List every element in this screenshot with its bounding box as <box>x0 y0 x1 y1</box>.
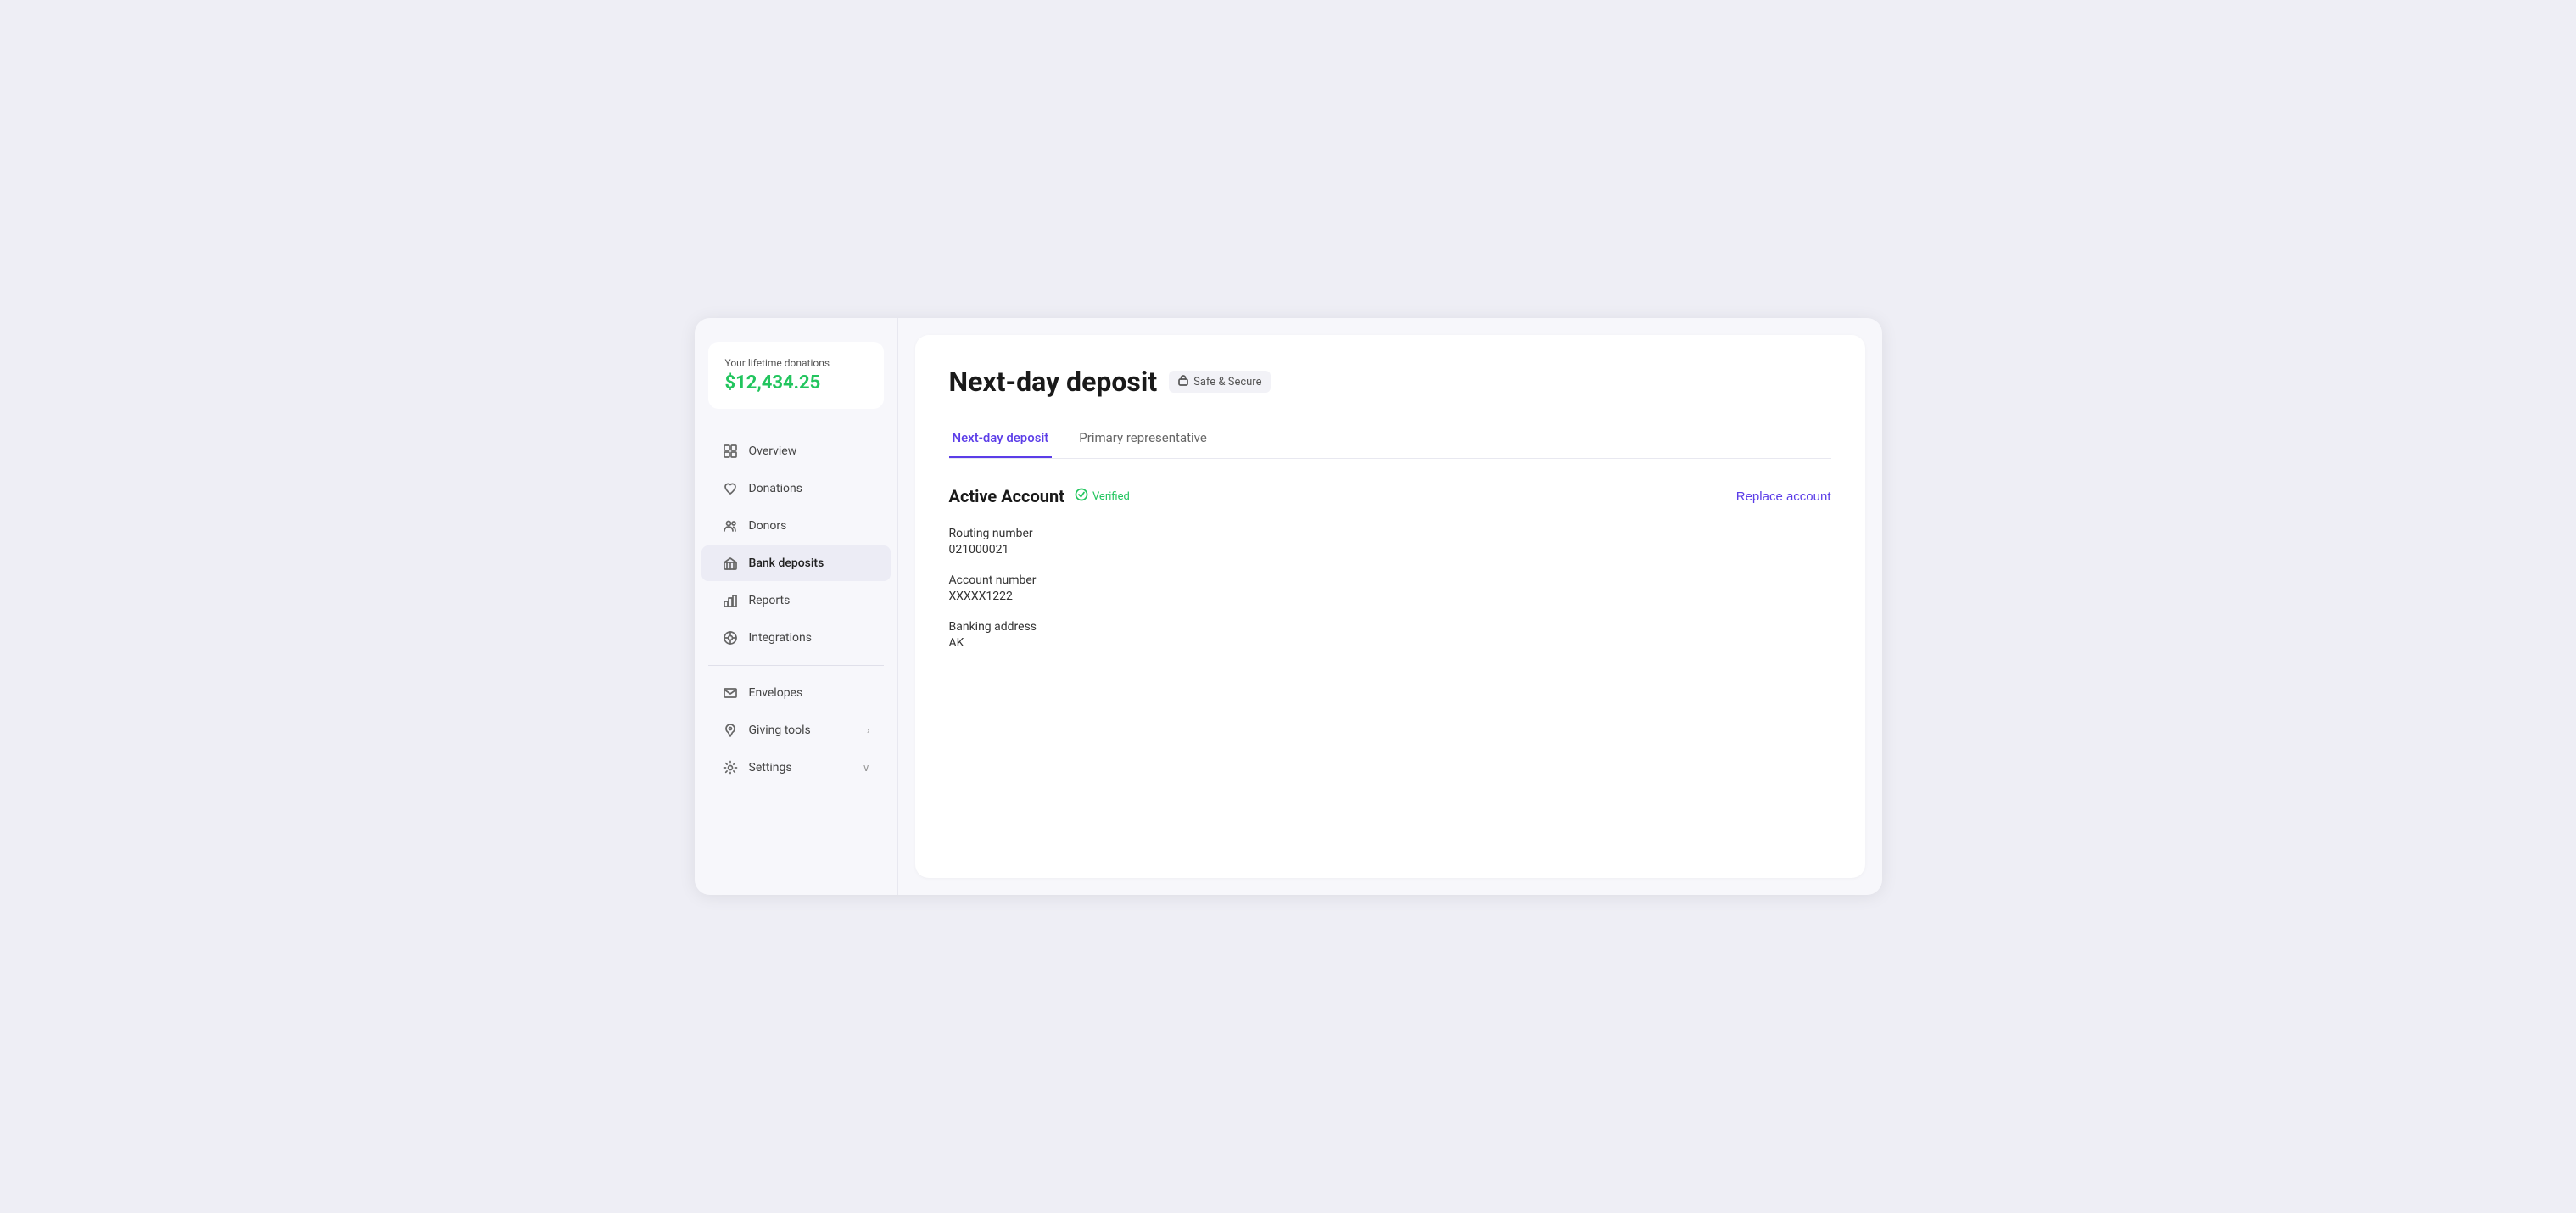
content-card: Next-day deposit Safe & Secure Next-day … <box>915 335 1865 878</box>
giving-tools-chevron: › <box>867 724 870 736</box>
verified-badge: Verified <box>1075 488 1130 505</box>
lifetime-donations-card: Your lifetime donations $12,434.25 <box>708 342 884 409</box>
tabs-container: Next-day deposit Primary representative <box>949 422 1831 459</box>
settings-icon <box>722 759 739 776</box>
sidebar-overview-label: Overview <box>749 444 797 458</box>
sidebar-item-envelopes[interactable]: Envelopes <box>701 675 891 711</box>
tab-next-day-deposit[interactable]: Next-day deposit <box>949 422 1053 458</box>
giving-tools-icon <box>722 722 739 739</box>
account-details: Routing number 021000021 Account number … <box>949 527 1831 650</box>
banking-address-item: Banking address AK <box>949 620 1831 650</box>
users-icon <box>722 517 739 534</box>
sidebar-item-giving-tools[interactable]: Giving tools › <box>701 713 891 748</box>
routing-number-value: 021000021 <box>949 543 1831 556</box>
banking-address-label: Banking address <box>949 620 1831 634</box>
sidebar-bank-deposits-label: Bank deposits <box>749 556 824 570</box>
sidebar-envelopes-label: Envelopes <box>749 686 803 700</box>
app-container: Your lifetime donations $12,434.25 Overv… <box>695 318 1882 895</box>
sidebar-item-reports[interactable]: Reports <box>701 583 891 618</box>
sidebar-item-overview[interactable]: Overview <box>701 433 891 469</box>
account-number-label: Account number <box>949 573 1831 587</box>
secure-label: Safe & Secure <box>1193 376 1261 388</box>
verified-check-icon <box>1075 488 1088 505</box>
nav-divider <box>708 665 884 666</box>
sidebar-item-settings[interactable]: Settings ∨ <box>701 750 891 785</box>
heart-icon <box>722 480 739 497</box>
sidebar-item-integrations[interactable]: Integrations <box>701 620 891 656</box>
sidebar-integrations-label: Integrations <box>749 631 812 645</box>
account-number-value: XXXXX1222 <box>949 590 1831 603</box>
verified-label: Verified <box>1092 490 1130 503</box>
sidebar-reports-label: Reports <box>749 594 791 607</box>
sidebar-item-donations[interactable]: Donations <box>701 471 891 506</box>
integrations-icon <box>722 629 739 646</box>
sidebar-item-donors[interactable]: Donors <box>701 508 891 544</box>
routing-number-item: Routing number 021000021 <box>949 527 1831 556</box>
lifetime-label: Your lifetime donations <box>725 357 867 369</box>
secure-badge: Safe & Secure <box>1169 371 1270 393</box>
lifetime-amount: $12,434.25 <box>725 372 867 394</box>
routing-number-label: Routing number <box>949 527 1831 540</box>
sidebar-settings-label: Settings <box>749 761 792 774</box>
grid-icon <box>722 443 739 460</box>
envelope-icon <box>722 685 739 702</box>
sidebar-donations-label: Donations <box>749 482 802 495</box>
main-content: Next-day deposit Safe & Secure Next-day … <box>898 318 1882 895</box>
account-title-row: Active Account Verified <box>949 486 1130 506</box>
replace-account-button[interactable]: Replace account <box>1736 489 1831 504</box>
banking-address-value: AK <box>949 636 1831 650</box>
settings-chevron: ∨ <box>863 762 870 774</box>
bar-chart-icon <box>722 592 739 609</box>
sidebar-item-bank-deposits[interactable]: Bank deposits <box>701 545 891 581</box>
sidebar-donors-label: Donors <box>749 519 787 533</box>
account-header: Active Account Verified Replace account <box>949 486 1831 506</box>
bank-icon <box>722 555 739 572</box>
account-number-item: Account number XXXXX1222 <box>949 573 1831 603</box>
lock-icon <box>1177 374 1189 389</box>
sidebar-giving-tools-label: Giving tools <box>749 724 811 737</box>
page-header: Next-day deposit Safe & Secure <box>949 366 1831 398</box>
tab-primary-representative[interactable]: Primary representative <box>1076 422 1210 458</box>
account-title: Active Account <box>949 486 1064 506</box>
sidebar: Your lifetime donations $12,434.25 Overv… <box>695 318 898 895</box>
page-title: Next-day deposit <box>949 366 1158 398</box>
